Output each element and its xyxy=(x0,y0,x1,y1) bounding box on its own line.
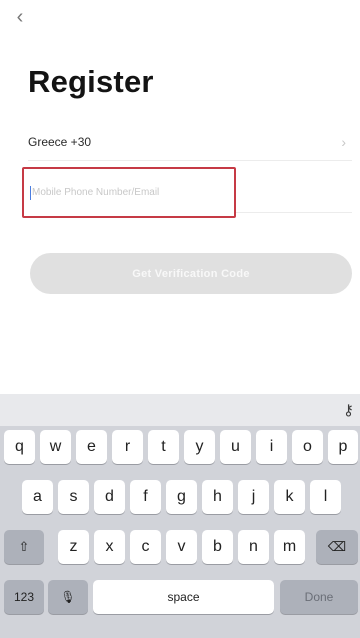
back-button[interactable]: ‹ xyxy=(10,6,30,28)
numbers-key[interactable]: 123 xyxy=(4,580,44,614)
chevron-left-icon: ‹ xyxy=(16,6,24,28)
register-screen: ‹ Register Greece +30 › Mobile Phone Num… xyxy=(0,0,360,638)
key-k[interactable]: k xyxy=(274,480,305,514)
chevron-right-icon: › xyxy=(341,134,346,150)
phone-email-placeholder: Mobile Phone Number/Email xyxy=(32,187,160,198)
key-y[interactable]: y xyxy=(184,430,215,464)
key-v[interactable]: v xyxy=(166,530,197,564)
shift-icon: ⇧ xyxy=(18,539,30,554)
space-key[interactable]: space xyxy=(93,580,274,614)
key-z[interactable]: z xyxy=(58,530,89,564)
key-icon[interactable]: ⚷ xyxy=(343,401,354,419)
key-i[interactable]: i xyxy=(256,430,287,464)
country-code-selector[interactable]: Greece +30 › xyxy=(28,131,348,159)
key-o[interactable]: o xyxy=(292,430,323,464)
key-p[interactable]: p xyxy=(328,430,358,464)
get-verification-code-label: Get Verification Code xyxy=(132,267,250,280)
key-s[interactable]: s xyxy=(58,480,89,514)
phone-email-input[interactable]: Mobile Phone Number/Email xyxy=(22,167,236,218)
dictation-key[interactable]: 🎙 xyxy=(48,580,88,614)
key-h[interactable]: h xyxy=(202,480,233,514)
key-b[interactable]: b xyxy=(202,530,233,564)
key-f[interactable]: f xyxy=(130,480,161,514)
done-key[interactable]: Done xyxy=(280,580,358,614)
key-n[interactable]: n xyxy=(238,530,269,564)
keyboard-row-2: a s d f g h j k l xyxy=(0,480,360,518)
key-d[interactable]: d xyxy=(94,480,125,514)
get-verification-code-button[interactable]: Get Verification Code xyxy=(30,253,352,294)
divider xyxy=(28,160,352,161)
key-g[interactable]: g xyxy=(166,480,197,514)
key-q[interactable]: q xyxy=(4,430,35,464)
key-r[interactable]: r xyxy=(112,430,143,464)
microphone-icon: 🎙 xyxy=(60,590,76,604)
key-t[interactable]: t xyxy=(148,430,179,464)
key-e[interactable]: e xyxy=(76,430,107,464)
backspace-key[interactable]: ⌫ xyxy=(316,530,358,564)
key-j[interactable]: j xyxy=(238,480,269,514)
keyboard-row-1: q w e r t y u i o p xyxy=(0,430,360,468)
on-screen-keyboard: ⚷ q w e r t y u i o p a s d f g h j k l xyxy=(0,394,360,638)
key-c[interactable]: c xyxy=(130,530,161,564)
key-u[interactable]: u xyxy=(220,430,251,464)
key-a[interactable]: a xyxy=(22,480,53,514)
divider xyxy=(236,212,352,213)
key-m[interactable]: m xyxy=(274,530,305,564)
page-title: Register xyxy=(28,64,154,99)
text-caret xyxy=(30,185,31,200)
key-w[interactable]: w xyxy=(40,430,71,464)
keyboard-row-4: 123 🎙 space Done xyxy=(0,580,360,618)
keyboard-row-3: ⇧ z x c v b n m ⌫ xyxy=(0,530,360,568)
backspace-icon: ⌫ xyxy=(327,539,347,554)
key-l[interactable]: l xyxy=(310,480,341,514)
keyboard-toolbar: ⚷ xyxy=(0,394,360,426)
shift-key[interactable]: ⇧ xyxy=(4,530,44,564)
country-code-label: Greece +30 xyxy=(28,135,92,149)
key-x[interactable]: x xyxy=(94,530,125,564)
